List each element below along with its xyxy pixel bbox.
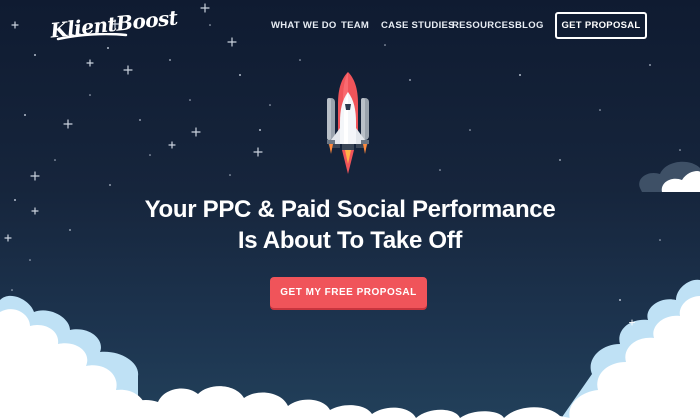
- nav-item-case-studies[interactable]: CASE STUDIES: [381, 20, 455, 31]
- nav-item-blog[interactable]: BLOG: [515, 20, 544, 31]
- get-proposal-button[interactable]: GET PROPOSAL: [555, 12, 647, 39]
- hero-headline: Your PPC & Paid Social Performance Is Ab…: [0, 194, 700, 256]
- landing-page: KlientBoost WHAT WE DO TEAM CASE STUDIES…: [0, 0, 700, 420]
- site-header: KlientBoost WHAT WE DO TEAM CASE STUDIES…: [0, 0, 700, 52]
- hero-headline-line-1: Your PPC & Paid Social Performance: [144, 196, 556, 223]
- nav-item-resources[interactable]: RESOURCES: [452, 20, 515, 31]
- nav-item-what-we-do[interactable]: WHAT WE DO: [271, 20, 337, 31]
- logo-swoosh-icon: [56, 33, 128, 41]
- rocket-icon: [327, 72, 369, 174]
- cloud-icon: [639, 161, 700, 192]
- get-free-proposal-button[interactable]: GET MY FREE PROPOSAL: [270, 277, 427, 308]
- nav-item-team[interactable]: TEAM: [341, 20, 369, 31]
- hero-headline-line-2: Is About To Take Off: [237, 227, 463, 254]
